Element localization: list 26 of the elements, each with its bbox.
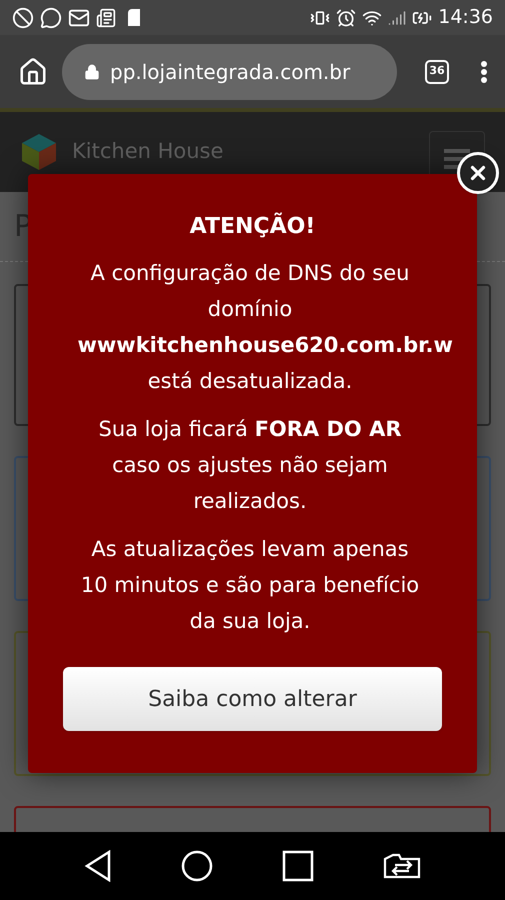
address-bar[interactable]: pp.lojaintegrada.com.br (62, 44, 397, 100)
recents-icon[interactable] (282, 850, 314, 882)
status-time: 14:36 (438, 5, 493, 30)
modal-text: Sua loja ficará FORA DO AR caso os ajustes não sejam realizados. (97, 416, 403, 515)
lock-icon (84, 64, 100, 80)
modal-title: ATENÇÃO! (190, 212, 316, 241)
home-button[interactable] (18, 56, 48, 86)
switch-app-icon[interactable] (382, 853, 421, 879)
back-icon[interactable] (84, 850, 112, 882)
home-circle-icon[interactable] (181, 850, 214, 882)
modal-text: A configuração de DNS do seu domínio wwwkitchenhouse620.com.br.w está desatualizada. (76, 260, 452, 395)
more-icon (481, 60, 487, 82)
learn-how-button[interactable]: Saiba como alterar (63, 667, 442, 731)
store-name: Kitchen House (72, 138, 224, 166)
menu-button[interactable] (481, 60, 487, 82)
blocked-icon (12, 6, 34, 28)
url-text: pp.lojaintegrada.com.br (110, 58, 350, 86)
sd-card-icon (128, 9, 140, 26)
alarm-icon (336, 8, 356, 28)
modal-text: As atualizações levam apenas 10 minutos e são para benefício da sua loja. (80, 536, 420, 635)
news-icon (96, 8, 116, 28)
chat-icon (40, 6, 62, 28)
signal-icon (388, 8, 406, 26)
home-icon (18, 56, 48, 86)
tab-count-button[interactable]: 36 (425, 60, 449, 84)
cube-logo-icon (20, 132, 58, 172)
